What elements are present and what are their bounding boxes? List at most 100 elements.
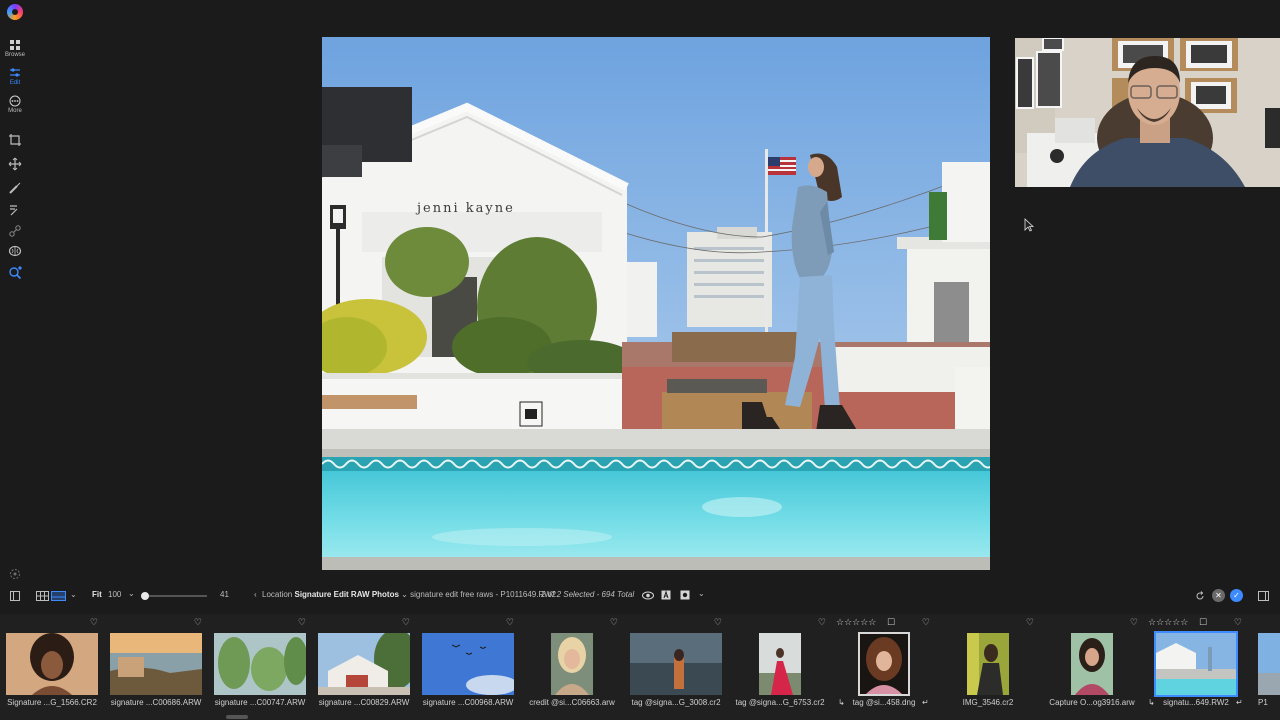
text-overlay-icon[interactable] [661,590,671,600]
favorite-heart-icon[interactable]: ♡ [506,617,514,628]
filmstrip-item[interactable]: ♡ tag @signa...G_3008.cr2 [624,614,728,714]
accept-button[interactable]: ✓ [1230,589,1243,602]
filmstrip-item[interactable]: ☆☆☆☆☆ ☐ ♡ tag @si...458.dng [832,614,936,714]
extensions-icon[interactable] [8,567,22,581]
mouse-cursor-icon [1024,218,1034,232]
filmstrip-item[interactable]: ♡ Capture O...og3916.arw [1040,614,1144,714]
favorite-heart-icon[interactable]: ♡ [194,617,202,628]
zoom-mode-label[interactable]: Fit [92,590,102,599]
move-tool-icon[interactable] [8,157,22,171]
crop-tool-icon[interactable] [8,133,22,147]
photo-editor-app: Browse Edit More jenni kayne ⌄ Fit 100 ⌄… [0,0,1280,720]
thumbnail[interactable] [1154,631,1238,697]
thumbnail[interactable] [110,633,202,695]
filmstrip-item[interactable]: ♡ signature ...C00747.ARW [208,614,312,714]
thumbnail[interactable] [6,633,98,695]
checkbox-icon[interactable]: ☐ [1199,617,1207,628]
thumb-size-slider-track[interactable] [143,595,207,597]
clone-tool-icon[interactable] [8,224,22,238]
favorite-heart-icon[interactable]: ♡ [90,617,98,628]
favorite-heart-icon[interactable]: ♡ [1234,617,1242,628]
thumbnail[interactable] [422,633,514,695]
search-ai-icon[interactable] [8,266,22,280]
main-photo-viewer[interactable]: jenni kayne [322,37,990,570]
thumbnail[interactable] [630,633,722,695]
mode-more[interactable]: More [0,95,30,114]
mode-edit[interactable]: Edit [0,67,30,86]
gradient-tool-icon[interactable] [8,203,22,217]
panel-toggle-icon[interactable] [10,591,20,601]
filmstrip-item[interactable]: ♡ signature ...C00829.ARW [312,614,416,714]
breadcrumb-folder-chevron-icon[interactable]: ⌄ [401,590,408,599]
thumbnail[interactable] [214,633,306,695]
breadcrumb-folder[interactable]: Signature Edit RAW Photos [294,590,398,599]
mode-browse[interactable]: Browse [0,39,30,58]
filmstrip-toolbar: ⌄ Fit 100 ⌄ 41 ‹ Location Signature Edit… [0,586,1280,606]
filmstrip-item[interactable]: ♡ credit @si...C06663.arw [520,614,624,714]
app-logo-icon[interactable] [7,4,23,20]
display-options-chevron-icon[interactable]: ⌄ [698,589,705,598]
favorite-heart-icon[interactable]: ♡ [818,617,826,628]
filmstrip-item[interactable]: ♡ signature ...C00686.ARW [104,614,208,714]
thumb-size-slider-knob[interactable] [141,592,149,600]
thumbnail[interactable] [759,633,801,695]
mode-more-label: More [8,108,22,114]
eye-icon[interactable] [642,591,654,600]
mask-brain-icon[interactable] [8,244,22,258]
filmstrip-filename: signature ...C00686.ARW [110,698,202,707]
reject-button[interactable]: ✕ [1212,589,1225,602]
filmstrip-filename: tag @signa...G_3008.cr2 [631,698,721,707]
view-dropdown-chevron-icon[interactable]: ⌄ [70,590,77,599]
filmstrip-filename: P1 [1258,698,1268,707]
favorite-heart-icon[interactable]: ♡ [610,617,618,628]
thumbnail[interactable] [318,633,410,695]
filmstrip-item[interactable]: ♡ tag @signa...G_6753.cr2 [728,614,832,714]
more-icon [9,95,21,107]
breadcrumb-file: signature edit free raws - P1011649.RW2 [410,590,557,599]
filmstrip-filename: Capture O...og3916.arw [1049,698,1135,707]
breadcrumb-back-icon[interactable]: ‹ [254,590,257,599]
thumbnail[interactable] [858,632,910,696]
edited-arrow-icon: ↳ [838,698,845,707]
favorite-heart-icon[interactable]: ♡ [402,617,410,628]
filmstrip-item[interactable]: ☆☆☆☆☆ ☐ ♡ signatu...649.RW2 [1144,614,1248,714]
grid-view-icon[interactable] [36,591,49,601]
star-rating[interactable]: ☆☆☆☆☆ [836,617,876,628]
zoom-value[interactable]: 100 [108,590,121,599]
favorite-heart-icon[interactable]: ♡ [714,617,722,628]
filmstrip-filename: tag @signa...G_6753.cr2 [735,698,825,707]
filmstrip-view-icon[interactable] [51,591,66,601]
filmstrip-item[interactable]: ♡ Signature ...G_1566.CR2 [0,614,104,714]
mode-edit-label: Edit [9,80,21,86]
favorite-heart-icon[interactable]: ♡ [1026,617,1034,628]
edited-arrow-icon: ↳ [1148,698,1155,707]
filmstrip: ♡ Signature ...G_1566.CR2 ♡ signature ..… [0,614,1280,720]
reject-x-icon: ✕ [1215,591,1222,600]
filmstrip-item[interactable]: P1 [1248,614,1280,714]
webcam-image [1015,38,1280,187]
right-panel-toggle-icon[interactable] [1258,591,1269,601]
star-rating[interactable]: ☆☆☆☆☆ [1148,617,1188,628]
thumb-size-value: 41 [220,590,229,599]
thumbnail[interactable] [967,633,1009,695]
filmstrip-filename: signature ...C00968.ARW [422,698,514,707]
thumbnail[interactable] [551,633,593,695]
favorite-heart-icon[interactable]: ♡ [298,617,306,628]
rotate-icon[interactable] [1195,591,1205,601]
filmstrip-item[interactable]: ♡ signature ...C00968.ARW [416,614,520,714]
checkbox-icon[interactable]: ☐ [887,617,895,628]
thumbnail[interactable] [1258,633,1280,695]
favorite-heart-icon[interactable]: ♡ [922,617,930,628]
compare-icon[interactable] [680,590,690,600]
sliders-icon [10,68,20,77]
return-arrow-icon: ↵ [1236,698,1243,707]
thumbnail[interactable] [1071,633,1113,695]
filmstrip-filename: tag @si...458.dng [852,698,916,707]
brush-tool-icon[interactable] [8,181,22,195]
zoom-dropdown-chevron-icon[interactable]: ⌄ [128,589,135,598]
favorite-heart-icon[interactable]: ♡ [1130,617,1138,628]
filmstrip-scrollbar[interactable] [226,715,248,719]
mode-browse-label: Browse [4,52,25,58]
webcam-overlay [1015,38,1280,187]
filmstrip-item[interactable]: ♡ IMG_3546.cr2 [936,614,1040,714]
